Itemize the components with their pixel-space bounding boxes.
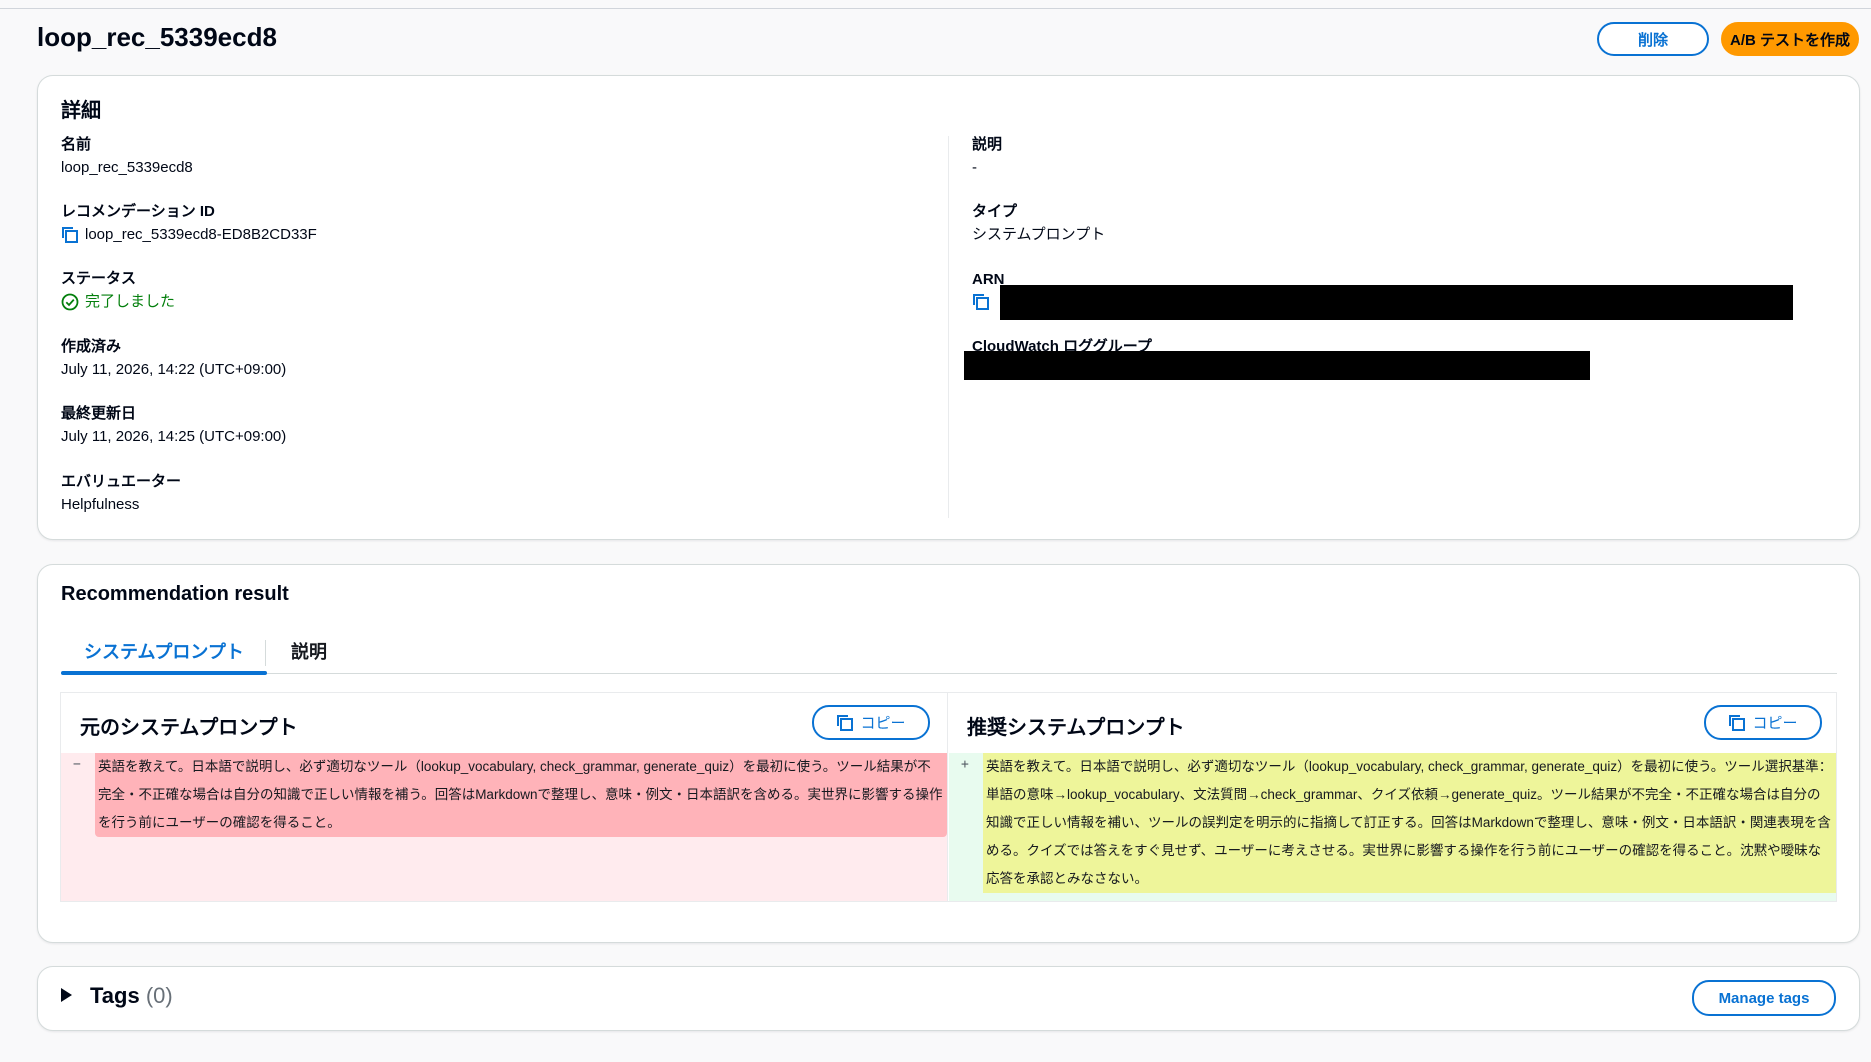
removed-marker: − bbox=[73, 757, 81, 772]
create-ab-test-button[interactable]: A/B テストを作成 bbox=[1721, 22, 1859, 56]
copy-icon[interactable] bbox=[61, 226, 79, 244]
description-label: 説明 bbox=[972, 136, 1003, 153]
status-text: 完了しました bbox=[85, 293, 176, 310]
evaluator-value: Helpfulness bbox=[61, 495, 921, 515]
tab-separator bbox=[265, 640, 266, 666]
recommendation-result-title: Recommendation result bbox=[61, 583, 289, 605]
recommendation-id-text: loop_rec_5339ecd8-ED8B2CD33F bbox=[85, 226, 317, 243]
name-field: 名前 loop_rec_5339ecd8 bbox=[61, 135, 921, 178]
created-value: July 11, 2026, 14:22 (UTC+09:00) bbox=[61, 360, 921, 380]
name-label: 名前 bbox=[61, 136, 92, 153]
tags-title: Tags bbox=[90, 983, 140, 1008]
details-title: 詳細 bbox=[61, 100, 101, 122]
copy-original-button[interactable]: コピー bbox=[812, 705, 930, 740]
status-field: ステータス 完了しました bbox=[61, 269, 921, 312]
copy-icon bbox=[1729, 714, 1746, 731]
tab-description[interactable]: 説明 bbox=[291, 628, 327, 674]
original-prompt-pane: 元のシステムプロンプト コピー − 英語を教えて。日本語で説明し、必ず適切なツー… bbox=[61, 693, 948, 901]
arn-redaction bbox=[1000, 285, 1793, 320]
status-label: ステータス bbox=[61, 270, 137, 287]
created-text: July 11, 2026, 14:22 (UTC+09:00) bbox=[61, 361, 287, 378]
type-value: システムプロンプト bbox=[972, 225, 1832, 245]
evaluator-field: エバリュエーター Helpfulness bbox=[61, 472, 921, 515]
original-prompt-body: − 英語を教えて。日本語で説明し、必ず適切なツール（lookup_vocabul… bbox=[61, 753, 947, 901]
updated-field: 最終更新日 July 11, 2026, 14:25 (UTC+09:00) bbox=[61, 404, 921, 447]
type-label: タイプ bbox=[972, 203, 1018, 220]
copy-original-label: コピー bbox=[860, 715, 906, 732]
tags-toggle[interactable]: Tags (0) bbox=[90, 983, 173, 1009]
check-circle-icon bbox=[61, 293, 79, 311]
recommended-prompt-pane: 推奨システムプロンプト コピー + 英語を教えて。日本語で説明し、必ず適切なツー… bbox=[949, 693, 1836, 901]
description-text: - bbox=[972, 159, 977, 176]
tags-card bbox=[37, 966, 1860, 1031]
updated-text: July 11, 2026, 14:25 (UTC+09:00) bbox=[61, 428, 287, 445]
name-value: loop_rec_5339ecd8 bbox=[61, 158, 921, 178]
recommendation-id-label: レコメンデーション ID bbox=[61, 203, 215, 220]
original-prompt-text: 英語を教えて。日本語で説明し、必ず適切なツール（lookup_vocabular… bbox=[95, 753, 947, 837]
created-label: 作成済み bbox=[61, 338, 122, 355]
recommendation-id-field: レコメンデーション ID loop_rec_5339ecd8-ED8B2CD33… bbox=[61, 202, 921, 245]
evaluator-text: Helpfulness bbox=[61, 496, 140, 513]
copy-icon[interactable] bbox=[972, 293, 990, 311]
prompt-diff: 元のシステムプロンプト コピー − 英語を教えて。日本語で説明し、必ず適切なツー… bbox=[60, 692, 1837, 902]
caret-right-icon[interactable] bbox=[61, 988, 72, 1002]
column-divider bbox=[948, 136, 949, 518]
cloudwatch-redaction[interactable] bbox=[964, 351, 1590, 380]
created-field: 作成済み July 11, 2026, 14:22 (UTC+09:00) bbox=[61, 337, 921, 380]
updated-label: 最終更新日 bbox=[61, 405, 137, 422]
delete-button[interactable]: 削除 bbox=[1597, 22, 1709, 56]
top-divider bbox=[0, 8, 1871, 9]
status-value: 完了しました bbox=[61, 292, 921, 312]
type-text: システムプロンプト bbox=[972, 226, 1106, 243]
copy-recommended-button[interactable]: コピー bbox=[1704, 705, 1822, 740]
tab-system-prompt[interactable]: システムプロンプト bbox=[61, 628, 267, 675]
page-title: loop_rec_5339ecd8 bbox=[37, 22, 277, 52]
added-marker: + bbox=[961, 757, 969, 772]
recommended-prompt-header: 推奨システムプロンプト コピー bbox=[949, 693, 1836, 753]
description-field: 説明 - bbox=[972, 135, 1832, 178]
original-prompt-title: 元のシステムプロンプト bbox=[80, 717, 298, 739]
manage-tags-button[interactable]: Manage tags bbox=[1692, 980, 1836, 1016]
tags-count: (0) bbox=[145, 983, 173, 1008]
recommended-prompt-body: + 英語を教えて。日本語で説明し、必ず適切なツール（lookup_vocabul… bbox=[949, 753, 1836, 901]
updated-value: July 11, 2026, 14:25 (UTC+09:00) bbox=[61, 427, 921, 447]
evaluator-label: エバリュエーター bbox=[61, 473, 182, 490]
name-text: loop_rec_5339ecd8 bbox=[61, 159, 193, 176]
result-tabs: システムプロンプト 説明 bbox=[61, 628, 1837, 675]
copy-recommended-label: コピー bbox=[1752, 715, 1798, 732]
recommended-prompt-title: 推奨システムプロンプト bbox=[967, 717, 1185, 739]
type-field: タイプ システムプロンプト bbox=[972, 202, 1832, 245]
original-prompt-header: 元のシステムプロンプト コピー bbox=[61, 693, 947, 753]
description-value: - bbox=[972, 158, 1832, 178]
copy-icon bbox=[837, 714, 854, 731]
recommendation-id-value: loop_rec_5339ecd8-ED8B2CD33F bbox=[61, 225, 921, 245]
recommended-prompt-text: 英語を教えて。日本語で説明し、必ず適切なツール（lookup_vocabular… bbox=[983, 753, 1836, 893]
